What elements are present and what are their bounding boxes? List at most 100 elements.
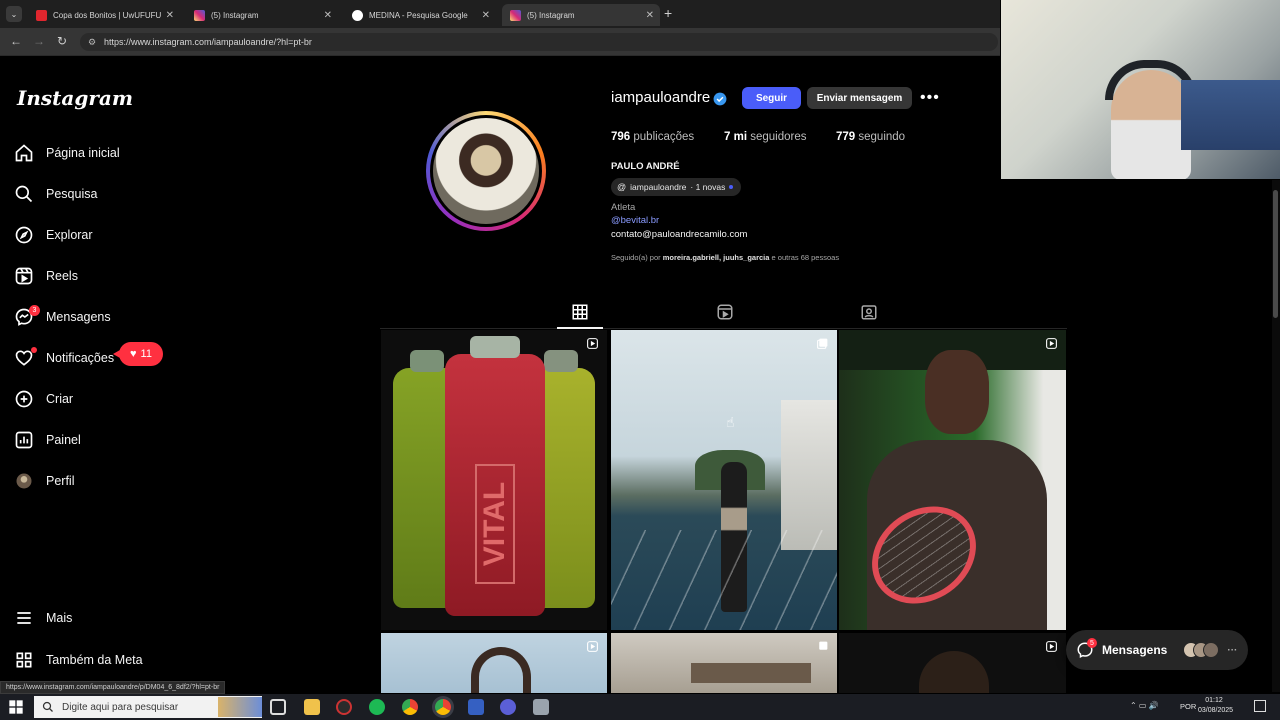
sidebar-item-label: Mais xyxy=(46,611,73,625)
notification-count-pill[interactable]: ♥ 11 xyxy=(113,342,163,366)
tray-icons[interactable]: ⌃ ▭ 🔊 xyxy=(1130,701,1159,710)
profile-email: contato@pauloandrecamilo.com xyxy=(611,229,748,240)
tab-search-button[interactable]: ⌄ xyxy=(6,6,22,22)
chrome-active-icon[interactable] xyxy=(435,699,451,715)
building xyxy=(781,400,837,550)
post-thumbnail[interactable] xyxy=(839,330,1066,630)
tab-title: MEDINA - Pesquisa Google xyxy=(369,10,468,20)
browser-tab-2[interactable]: (5) Instagram ✕ xyxy=(186,4,338,26)
spotify-icon[interactable] xyxy=(369,699,385,715)
bottle-cap xyxy=(410,350,444,372)
discord-icon[interactable] xyxy=(500,699,516,715)
send-message-button[interactable]: Enviar mensagem xyxy=(807,87,912,109)
tab-tagged-icon[interactable] xyxy=(860,303,878,321)
new-tab-button[interactable]: + xyxy=(664,5,672,21)
sidebar-item-also-from-meta[interactable]: Também da Meta xyxy=(14,645,143,675)
url-text: https://www.instagram.com/iampauloandre/… xyxy=(104,37,312,47)
uwufufu-icon xyxy=(36,9,47,21)
reload-icon[interactable]: ↻ xyxy=(57,34,67,48)
forward-icon[interactable]: → xyxy=(33,34,45,48)
tab-posts-grid-icon[interactable] xyxy=(571,303,589,321)
profile-full-name: PAULO ANDRÉ xyxy=(611,161,680,172)
language-indicator[interactable]: POR xyxy=(1180,702,1196,711)
avatar xyxy=(1203,642,1220,658)
more-options-icon[interactable]: ••• xyxy=(920,89,940,107)
reel-icon xyxy=(1046,641,1057,652)
post-thumbnail[interactable]: ☝ xyxy=(611,330,837,630)
sidebar-item-label: Notificações xyxy=(46,351,115,365)
reels-icon xyxy=(15,267,33,285)
close-icon[interactable]: ✕ xyxy=(324,10,332,21)
scrollbar-thumb[interactable] xyxy=(1273,190,1278,318)
instagram-icon xyxy=(510,9,521,21)
app-icon[interactable] xyxy=(533,699,549,715)
windows-start-icon[interactable] xyxy=(8,699,24,715)
sidebar-item-label: Criar xyxy=(46,392,74,406)
back-icon[interactable]: ← xyxy=(10,34,22,48)
instagram-logo[interactable]: Instagram xyxy=(17,86,133,110)
obs-icon[interactable] xyxy=(336,699,352,715)
followed-by-prefix: Seguido(a) por xyxy=(611,253,661,262)
arms xyxy=(471,647,531,693)
posts-count: 796 xyxy=(611,131,631,143)
app-icon[interactable] xyxy=(468,699,484,715)
followers-stat[interactable]: 7 mi seguidores xyxy=(724,131,806,143)
messages-drawer-button[interactable]: Mensagens ··· xyxy=(1066,630,1248,670)
bottle-red: VITAL xyxy=(445,336,545,616)
followed-by-text[interactable]: Seguido(a) por moreira.gabriell, juuhs_g… xyxy=(611,253,839,262)
sidebar-item-messages[interactable]: Mensagens xyxy=(14,302,111,332)
post-thumbnail[interactable]: VITAL xyxy=(381,330,607,630)
sidebar-item-more[interactable]: Mais xyxy=(14,603,72,633)
vital-text: VITAL xyxy=(478,481,511,567)
sidebar-item-label: Página inicial xyxy=(46,146,120,160)
threads-chip[interactable]: @ iampauloandre · 1 novas xyxy=(611,178,742,196)
close-icon[interactable]: ✕ xyxy=(482,10,490,21)
sidebar-item-search[interactable]: Pesquisa xyxy=(14,179,97,209)
profile-bio-link[interactable]: @bevital.br xyxy=(611,215,659,226)
file-explorer-icon[interactable] xyxy=(304,699,320,715)
profile-avatar[interactable] xyxy=(430,115,542,227)
reel-icon xyxy=(1046,338,1057,349)
site-info-icon[interactable]: ⚙ xyxy=(88,37,96,48)
notifications-dot xyxy=(31,347,37,353)
more-icon: ··· xyxy=(1227,644,1238,656)
notification-center-icon[interactable] xyxy=(1254,700,1266,712)
close-icon[interactable]: ✕ xyxy=(166,10,174,21)
sidebar-item-home[interactable]: Página inicial xyxy=(14,138,120,168)
close-icon[interactable]: ✕ xyxy=(646,10,654,21)
carousel-icon xyxy=(817,338,828,349)
post-thumbnail[interactable] xyxy=(839,633,1066,693)
task-view-icon[interactable] xyxy=(270,699,286,715)
browser-tab-4-active[interactable]: (5) Instagram ✕ xyxy=(502,4,660,26)
webcam-overlay xyxy=(1001,0,1280,179)
follow-button[interactable]: Seguir xyxy=(742,87,801,109)
sidebar-item-explore[interactable]: Explorar xyxy=(14,220,93,250)
sidebar-item-dashboard[interactable]: Painel xyxy=(14,425,81,455)
search-highlight-image xyxy=(218,697,262,717)
chrome-icon[interactable] xyxy=(402,699,418,715)
post-thumbnail[interactable] xyxy=(381,633,607,693)
notification-count: 11 xyxy=(140,348,152,360)
tab-title: Copa dos Bonitos | UwUFUFU xyxy=(53,10,162,20)
sidebar-item-reels[interactable]: Reels xyxy=(14,261,78,291)
browser-tab-1[interactable]: Copa dos Bonitos | UwUFUFU ✕ xyxy=(28,4,180,26)
sidebar-item-profile[interactable]: Perfil xyxy=(14,466,74,496)
taskbar-clock[interactable]: 01:12 03/08/2025 xyxy=(1198,696,1233,716)
instagram-icon xyxy=(194,9,205,21)
tab-reels-icon[interactable] xyxy=(716,303,734,321)
post-thumbnail[interactable] xyxy=(611,633,837,693)
following-stat[interactable]: 779 seguindo xyxy=(836,131,905,143)
active-tab-indicator xyxy=(557,327,603,329)
followers-label: seguidores xyxy=(750,131,807,143)
posts-label: publicações xyxy=(633,131,695,143)
heart-icon: ♥ xyxy=(130,348,137,360)
following-label: seguindo xyxy=(858,131,906,143)
browser-tab-3[interactable]: MEDINA - Pesquisa Google ✕ xyxy=(344,4,496,26)
reel-icon xyxy=(587,338,598,349)
chart-icon xyxy=(15,431,33,449)
sidebar-item-create[interactable]: Criar xyxy=(14,384,73,414)
url-input[interactable]: ⚙ https://www.instagram.com/iampauloandr… xyxy=(80,33,998,51)
search-icon xyxy=(15,185,33,203)
taskbar-search-input[interactable]: Digite aqui para pesquisar xyxy=(34,696,262,718)
sidebar-item-notifications[interactable]: Notificações xyxy=(14,343,114,373)
